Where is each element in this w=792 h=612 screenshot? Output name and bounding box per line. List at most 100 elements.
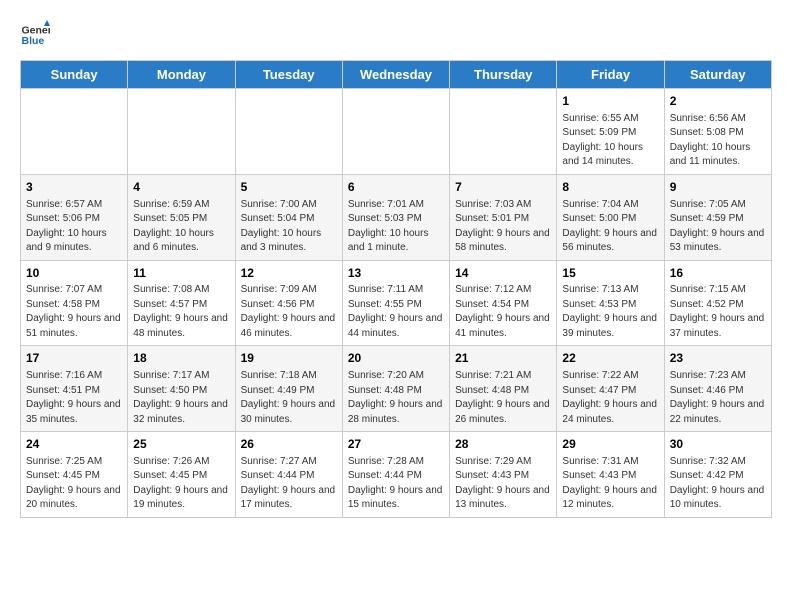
day-number: 21 [455,350,551,367]
calendar-cell: 4 Sunrise: 6:59 AM Sunset: 5:05 PM Daylig… [128,174,235,260]
calendar-cell: 14Sunrise: 7:12 AM Sunset: 4:54 PM Dayli… [450,260,557,346]
day-number: 11 [133,265,229,282]
day-header-tuesday: Tuesday [235,61,342,89]
calendar-cell [235,89,342,175]
day-info: Sunrise: 6:56 AM Sunset: 5:08 PM Dayligh… [670,112,766,170]
day-number: 9 [670,179,766,196]
day-number: 10 [26,265,122,282]
day-number: 26 [241,436,337,453]
calendar-cell [128,89,235,175]
day-header-saturday: Saturday [664,61,771,89]
day-info: Sunrise: 7:05 AM Sunset: 4:59 PM Dayligh… [670,198,766,256]
header: General Blue [20,20,772,50]
day-number: 13 [348,265,444,282]
day-info: Sunrise: 7:17 AM Sunset: 4:50 PM Dayligh… [133,369,229,427]
calendar-cell [342,89,449,175]
day-info: Sunrise: 7:20 AM Sunset: 4:48 PM Dayligh… [348,369,444,427]
day-info: Sunrise: 7:16 AM Sunset: 4:51 PM Dayligh… [26,369,122,427]
calendar-cell: 1 Sunrise: 6:55 AM Sunset: 5:09 PM Daylig… [557,89,664,175]
calendar-week-row: 10Sunrise: 7:07 AM Sunset: 4:58 PM Dayli… [21,260,772,346]
day-info: Sunrise: 7:01 AM Sunset: 5:03 PM Dayligh… [348,198,444,256]
day-info: Sunrise: 7:04 AM Sunset: 5:00 PM Dayligh… [562,198,658,256]
day-info: Sunrise: 7:09 AM Sunset: 4:56 PM Dayligh… [241,283,337,341]
calendar-cell: 19 Sunrise: 7:18 AM Sunset: 4:49 PM Dayli… [235,346,342,432]
calendar-cell: 17 Sunrise: 7:16 AM Sunset: 4:51 PM Dayli… [21,346,128,432]
day-info: Sunrise: 7:07 AM Sunset: 4:58 PM Dayligh… [26,283,122,341]
day-number: 14 [455,265,551,282]
calendar-cell: 24 Sunrise: 7:25 AM Sunset: 4:45 PM Dayli… [21,432,128,518]
day-header-monday: Monday [128,61,235,89]
day-number: 4 [133,179,229,196]
day-number: 29 [562,436,658,453]
day-info: Sunrise: 7:29 AM Sunset: 4:43 PM Dayligh… [455,455,551,513]
calendar-cell: 15Sunrise: 7:13 AM Sunset: 4:53 PM Dayli… [557,260,664,346]
day-info: Sunrise: 7:26 AM Sunset: 4:45 PM Dayligh… [133,455,229,513]
day-header-sunday: Sunday [21,61,128,89]
calendar-table: SundayMondayTuesdayWednesdayThursdayFrid… [20,60,772,518]
day-number: 17 [26,350,122,367]
calendar-cell: 11Sunrise: 7:08 AM Sunset: 4:57 PM Dayli… [128,260,235,346]
day-info: Sunrise: 7:08 AM Sunset: 4:57 PM Dayligh… [133,283,229,341]
day-info: Sunrise: 7:31 AM Sunset: 4:43 PM Dayligh… [562,455,658,513]
day-header-friday: Friday [557,61,664,89]
calendar-cell: 3 Sunrise: 6:57 AM Sunset: 5:06 PM Daylig… [21,174,128,260]
day-number: 25 [133,436,229,453]
calendar-cell: 6 Sunrise: 7:01 AM Sunset: 5:03 PM Daylig… [342,174,449,260]
day-number: 1 [562,93,658,110]
day-number: 8 [562,179,658,196]
calendar-cell: 13Sunrise: 7:11 AM Sunset: 4:55 PM Dayli… [342,260,449,346]
day-info: Sunrise: 7:11 AM Sunset: 4:55 PM Dayligh… [348,283,444,341]
logo-icon: General Blue [20,20,50,50]
svg-text:Blue: Blue [22,35,45,47]
day-number: 23 [670,350,766,367]
day-number: 6 [348,179,444,196]
calendar-cell: 29 Sunrise: 7:31 AM Sunset: 4:43 PM Dayli… [557,432,664,518]
day-number: 30 [670,436,766,453]
day-info: Sunrise: 7:28 AM Sunset: 4:44 PM Dayligh… [348,455,444,513]
day-number: 24 [26,436,122,453]
calendar-week-row: 24 Sunrise: 7:25 AM Sunset: 4:45 PM Dayli… [21,432,772,518]
day-info: Sunrise: 7:12 AM Sunset: 4:54 PM Dayligh… [455,283,551,341]
calendar-cell: 8 Sunrise: 7:04 AM Sunset: 5:00 PM Daylig… [557,174,664,260]
day-number: 20 [348,350,444,367]
day-number: 5 [241,179,337,196]
calendar-cell: 20 Sunrise: 7:20 AM Sunset: 4:48 PM Dayli… [342,346,449,432]
calendar-cell: 7 Sunrise: 7:03 AM Sunset: 5:01 PM Daylig… [450,174,557,260]
day-number: 16 [670,265,766,282]
day-info: Sunrise: 7:25 AM Sunset: 4:45 PM Dayligh… [26,455,122,513]
logo: General Blue [20,20,50,50]
day-info: Sunrise: 6:59 AM Sunset: 5:05 PM Dayligh… [133,198,229,256]
calendar-cell [21,89,128,175]
day-info: Sunrise: 7:03 AM Sunset: 5:01 PM Dayligh… [455,198,551,256]
calendar-cell: 2 Sunrise: 6:56 AM Sunset: 5:08 PM Daylig… [664,89,771,175]
calendar-cell: 21 Sunrise: 7:21 AM Sunset: 4:48 PM Dayli… [450,346,557,432]
day-info: Sunrise: 7:15 AM Sunset: 4:52 PM Dayligh… [670,283,766,341]
calendar-cell: 28 Sunrise: 7:29 AM Sunset: 4:43 PM Dayli… [450,432,557,518]
day-number: 22 [562,350,658,367]
day-info: Sunrise: 6:55 AM Sunset: 5:09 PM Dayligh… [562,112,658,170]
day-number: 27 [348,436,444,453]
day-number: 28 [455,436,551,453]
calendar-cell: 30Sunrise: 7:32 AM Sunset: 4:42 PM Dayli… [664,432,771,518]
day-info: Sunrise: 7:21 AM Sunset: 4:48 PM Dayligh… [455,369,551,427]
day-info: Sunrise: 7:18 AM Sunset: 4:49 PM Dayligh… [241,369,337,427]
calendar-cell: 25 Sunrise: 7:26 AM Sunset: 4:45 PM Dayli… [128,432,235,518]
day-number: 2 [670,93,766,110]
day-info: Sunrise: 7:00 AM Sunset: 5:04 PM Dayligh… [241,198,337,256]
calendar-cell: 16Sunrise: 7:15 AM Sunset: 4:52 PM Dayli… [664,260,771,346]
day-info: Sunrise: 6:57 AM Sunset: 5:06 PM Dayligh… [26,198,122,256]
day-number: 18 [133,350,229,367]
calendar-cell: 23Sunrise: 7:23 AM Sunset: 4:46 PM Dayli… [664,346,771,432]
day-number: 19 [241,350,337,367]
calendar-week-row: 17 Sunrise: 7:16 AM Sunset: 4:51 PM Dayli… [21,346,772,432]
day-number: 7 [455,179,551,196]
calendar-cell: 12Sunrise: 7:09 AM Sunset: 4:56 PM Dayli… [235,260,342,346]
calendar-cell: 22 Sunrise: 7:22 AM Sunset: 4:47 PM Dayli… [557,346,664,432]
calendar-week-row: 1 Sunrise: 6:55 AM Sunset: 5:09 PM Daylig… [21,89,772,175]
calendar-cell [450,89,557,175]
day-info: Sunrise: 7:22 AM Sunset: 4:47 PM Dayligh… [562,369,658,427]
calendar-cell: 10Sunrise: 7:07 AM Sunset: 4:58 PM Dayli… [21,260,128,346]
calendar-body: 1 Sunrise: 6:55 AM Sunset: 5:09 PM Daylig… [21,89,772,518]
day-number: 15 [562,265,658,282]
day-number: 3 [26,179,122,196]
